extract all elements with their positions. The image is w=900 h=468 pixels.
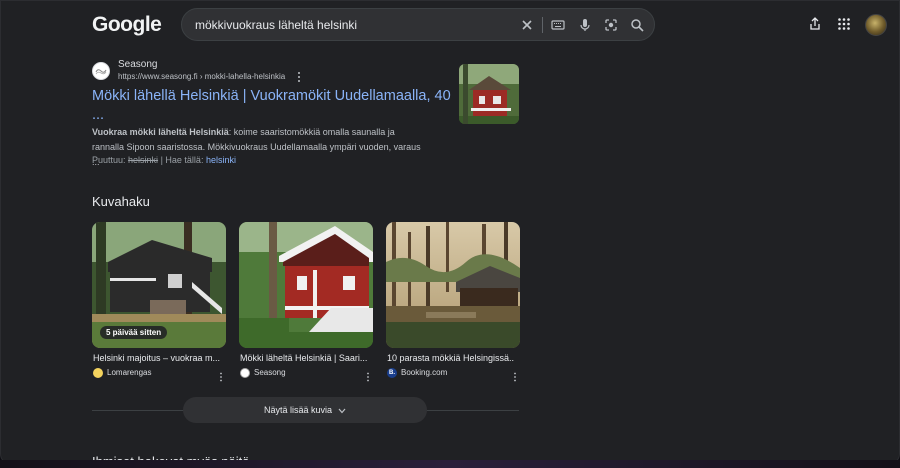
microphone-icon[interactable] [577,17,593,33]
seasong-favicon [240,368,250,378]
result-thumbnail[interactable] [459,64,519,124]
image-thumbnail[interactable]: 5 päivää sitten [92,222,226,348]
show-more-images-label: Näytä lisää kuvia [263,405,333,415]
must-include-label: | Hae tällä: [160,155,204,165]
image-caption[interactable]: Mökki läheltä Helsinkiä | Saari... [240,353,367,363]
missing-terms: Puuttuu: helsinki | Hae tällä: helsinki [92,155,236,165]
search-icon[interactable] [629,17,645,33]
image-caption[interactable]: Helsinki majoitus – vuokraa m... [93,353,220,363]
share-icon[interactable] [807,16,823,32]
image-source[interactable]: Lomarengas [107,368,151,377]
image-source[interactable]: Booking.com [401,368,447,377]
image-card[interactable]: Mökki läheltä Helsinkiä | Saari... Seaso… [239,222,373,382]
search-input[interactable]: mökkivuokraus läheltä helsinki [195,18,357,32]
keyboard-icon[interactable] [550,17,566,33]
lomarengas-favicon [93,368,103,378]
booking-favicon: B. [387,368,397,378]
missing-term: helsinki [128,155,159,165]
apps-grid-icon[interactable] [836,16,852,32]
image-card[interactable]: 5 päivää sitten Helsinki majoitus – vuok… [92,222,226,382]
show-more-images-button[interactable]: Näytä lisää kuvia [183,397,427,423]
must-include-link[interactable]: helsinki [206,155,236,165]
clear-icon[interactable] [519,17,535,33]
lens-icon[interactable] [603,17,619,33]
missing-label: Puuttuu: [92,155,126,165]
google-logo[interactable]: Google [92,13,162,37]
image-thumbnail[interactable] [239,222,373,348]
account-avatar[interactable] [865,14,887,36]
search-divider [542,17,543,33]
desktop-edge [0,460,900,468]
image-date-badge: 5 päivää sitten [100,326,168,339]
chevron-down-icon [338,408,346,414]
image-thumbnail[interactable] [386,222,520,348]
result-site-name[interactable]: Seasong [118,59,157,70]
more-options-icon[interactable] [366,369,370,382]
seasong-favicon[interactable] [92,62,110,80]
snippet-bold: Vuokraa mökki läheltä Helsinkiä [92,127,229,137]
browser-window: Google mökkivuokraus läheltä helsinki Se… [0,0,900,464]
image-caption[interactable]: 10 parasta mökkiä Helsingissä... [387,353,514,363]
images-section-title: Kuvahaku [92,194,150,209]
result-url[interactable]: https://www.seasong.fi › mokki-lahella-h… [118,72,285,81]
more-options-icon[interactable] [296,70,302,82]
more-options-icon[interactable] [513,369,517,382]
more-options-icon[interactable] [219,369,223,382]
result-title-link[interactable]: Mökki lähellä Helsinkiä | Vuokramökit Uu… [92,87,452,125]
search-box[interactable]: mökkivuokraus läheltä helsinki [181,8,655,41]
image-source[interactable]: Seasong [254,368,286,377]
image-card[interactable]: 10 parasta mökkiä Helsingissä... B. Book… [386,222,520,382]
